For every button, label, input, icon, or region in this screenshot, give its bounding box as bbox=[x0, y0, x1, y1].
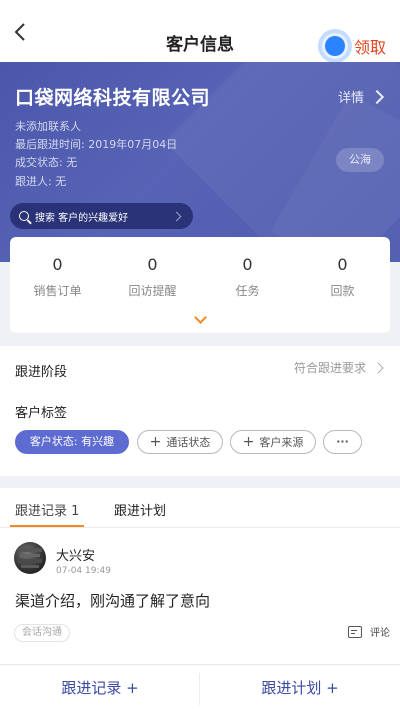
customer-header: 口袋网络科技有限公司 详情 未添加联系人 最后跟进时间: 2019年07月04日… bbox=[0, 62, 400, 262]
stat-value: 0 bbox=[337, 255, 348, 274]
chevron-right-icon bbox=[372, 361, 384, 374]
bottom-action-bar: 跟进记录 + 跟进计划 + bbox=[0, 664, 400, 711]
follow-stage-selector[interactable]: 符合跟进要求 bbox=[293, 359, 384, 376]
stats-card: 0 销售订单 0 回访提醒 0 任务 0 回款 bbox=[10, 237, 390, 333]
follower: 跟进人: 无 bbox=[15, 175, 67, 188]
tab-follow-plans[interactable]: 跟进计划 bbox=[114, 500, 166, 519]
stat-label: 销售订单 bbox=[33, 284, 82, 298]
stage-tags-section: 跟进阶段 符合跟进要求 客户标签 客户状态: 有兴趣 + 通话状态 + 客户来源 ·… bbox=[0, 346, 400, 476]
detail-label: 详情 bbox=[337, 91, 364, 106]
stat-label: 回访提醒 bbox=[128, 284, 177, 298]
detail-link[interactable]: 详情 bbox=[337, 87, 385, 106]
company-name: 口袋网络科技有限公司 bbox=[15, 87, 211, 109]
stat-value: 0 bbox=[147, 255, 158, 274]
divider bbox=[0, 527, 400, 528]
more-tags-button[interactable]: ··· bbox=[323, 430, 362, 454]
comment-label: 评论 bbox=[370, 628, 390, 639]
top-nav-bar: 客户信息 领取 bbox=[0, 0, 400, 63]
tag-customer-source[interactable]: + 客户来源 bbox=[230, 430, 316, 454]
plus-icon: + bbox=[149, 434, 162, 450]
chevron-right-icon bbox=[171, 211, 182, 221]
public-pool-badge[interactable]: 公海 bbox=[336, 148, 384, 172]
tag-label: 通话状态 bbox=[166, 436, 211, 449]
record-user-name: 大兴安 bbox=[56, 549, 96, 564]
stat-value: 0 bbox=[52, 255, 63, 274]
plus-icon: + bbox=[242, 434, 255, 450]
follow-stage-value: 符合跟进要求 bbox=[293, 361, 366, 375]
avatar[interactable] bbox=[14, 542, 46, 574]
search-text: 搜索 客户的兴趣爱好 bbox=[35, 212, 129, 224]
add-follow-record-button[interactable]: 跟进记录 + bbox=[0, 677, 200, 698]
stat-tasks[interactable]: 0 任务 bbox=[200, 255, 295, 299]
comment-button[interactable]: 评论 bbox=[348, 624, 390, 639]
add-follow-plan-button[interactable]: 跟进计划 + bbox=[200, 677, 400, 698]
record-type-badge: 会话沟通 bbox=[14, 624, 70, 642]
record-timestamp: 07-04 19:49 bbox=[56, 566, 111, 576]
follow-stage-label: 跟进阶段 bbox=[15, 365, 68, 380]
tag-call-status[interactable]: + 通话状态 bbox=[137, 430, 223, 454]
customer-tags-label: 客户标签 bbox=[15, 406, 68, 421]
claim-label: 领取 bbox=[353, 38, 386, 57]
interest-search-bar[interactable]: 搜索 客户的兴趣爱好 bbox=[10, 203, 193, 229]
comment-icon bbox=[348, 625, 362, 638]
tag-label: 客户来源 bbox=[259, 436, 304, 449]
stat-revisit-reminders[interactable]: 0 回访提醒 bbox=[105, 255, 200, 299]
contact-info: 未添加联系人 bbox=[15, 120, 81, 133]
deal-status: 成交状态: 无 bbox=[15, 156, 78, 169]
touch-indicator-icon bbox=[317, 29, 352, 63]
stat-payments[interactable]: 0 回款 bbox=[295, 255, 390, 299]
record-content: 渠道介绍，刚沟通了解了意向 bbox=[15, 592, 211, 610]
last-follow-time: 最后跟进时间: 2019年07月04日 bbox=[15, 138, 178, 151]
expand-chevron-down-icon[interactable] bbox=[194, 311, 207, 324]
stat-label: 回款 bbox=[330, 284, 355, 298]
search-icon bbox=[19, 211, 29, 221]
stat-label: 任务 bbox=[235, 284, 260, 298]
chevron-right-icon bbox=[369, 89, 385, 104]
tag-customer-status[interactable]: 客户状态: 有兴趣 bbox=[15, 430, 129, 454]
claim-button[interactable]: 领取 bbox=[317, 29, 386, 63]
stat-sales-orders[interactable]: 0 销售订单 bbox=[10, 255, 105, 299]
stat-value: 0 bbox=[242, 255, 253, 274]
tab-follow-records[interactable]: 跟进记录 1 bbox=[15, 500, 79, 519]
